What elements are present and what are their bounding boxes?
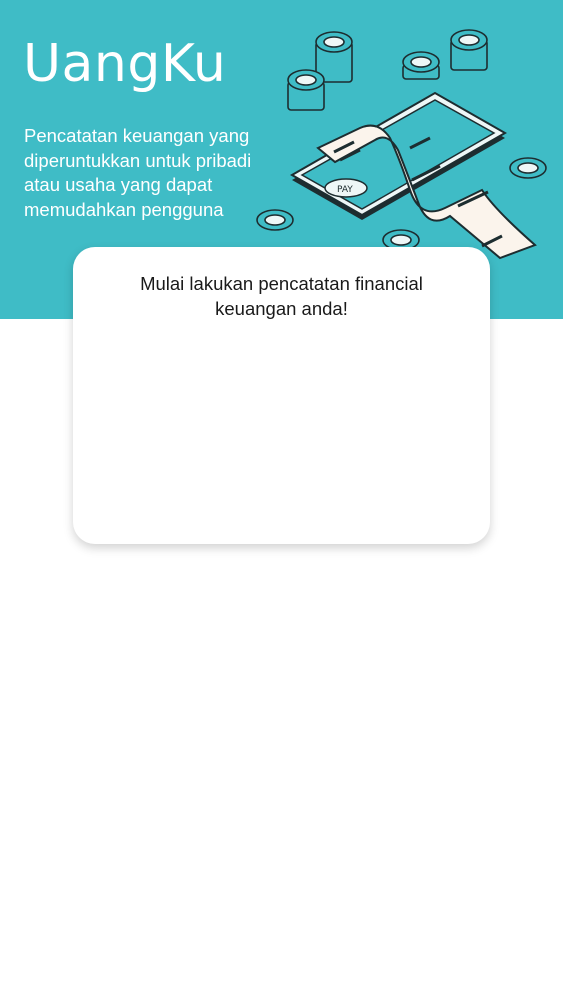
welcome-card: Mulai lakukan pencatatan financial keuan… [73, 247, 490, 544]
welcome-screen: UangKu Pencatatan keuangan yang diperunt… [0, 0, 563, 1006]
svg-text:PAY: PAY [337, 185, 353, 195]
pay-button-illustration: PAY [324, 178, 368, 198]
app-tagline: Pencatatan keuangan yang diperuntukkan u… [24, 125, 252, 220]
card-title: Mulai lakukan pencatatan financial keuan… [140, 273, 423, 319]
payment-receipt-illustration: PAY [256, 29, 547, 260]
app-logo-text: UangKu [23, 34, 227, 94]
